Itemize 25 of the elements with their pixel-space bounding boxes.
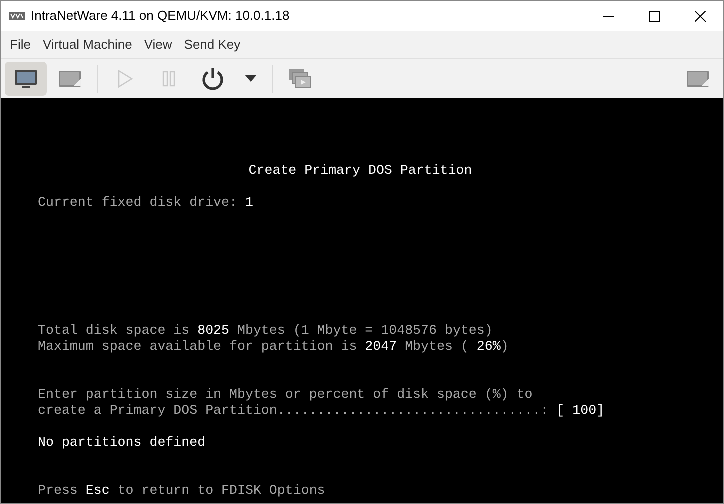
console-text: Press Esc to return to FDISK Options xyxy=(38,483,326,499)
console-text: Total disk space is 8025 Mbytes (1 Mbyte = 1048576 bytes) xyxy=(38,323,493,339)
screen-icon xyxy=(686,68,710,88)
pause-icon xyxy=(162,70,176,86)
console-text: Current fixed disk drive: 1 xyxy=(38,195,254,211)
console-text: Enter partition size in Mbytes or percent of disk space (%) to xyxy=(38,387,533,403)
monitor-icon xyxy=(14,68,38,90)
caret-icon xyxy=(245,75,257,82)
screen-icon xyxy=(58,68,82,88)
menu-item[interactable]: Virtual Machine xyxy=(36,34,138,54)
menu-item[interactable]: View xyxy=(138,34,178,54)
close-icon xyxy=(694,10,706,22)
console-text: No partitions defined xyxy=(38,435,206,451)
window-title: IntraNetWare 4.11 on QEMU/KVM: 10.0.1.18 xyxy=(31,7,290,26)
app-icon xyxy=(9,11,25,21)
screens-icon xyxy=(288,68,312,90)
menu-item[interactable]: Send Key xyxy=(178,34,247,54)
maximize-icon xyxy=(648,10,660,22)
console-heading: Create Primary DOS Partition xyxy=(248,163,472,179)
play-icon xyxy=(117,70,133,88)
toolbar-button[interactable] xyxy=(5,62,47,96)
power-icon xyxy=(201,66,225,90)
console-text: create a Primary DOS Partition.................................: [ 100] xyxy=(38,403,605,419)
console-text: Maximum space available for partition is 2047 Mbytes ( 26%) xyxy=(38,339,509,355)
menu-item[interactable]: File xyxy=(4,34,37,54)
